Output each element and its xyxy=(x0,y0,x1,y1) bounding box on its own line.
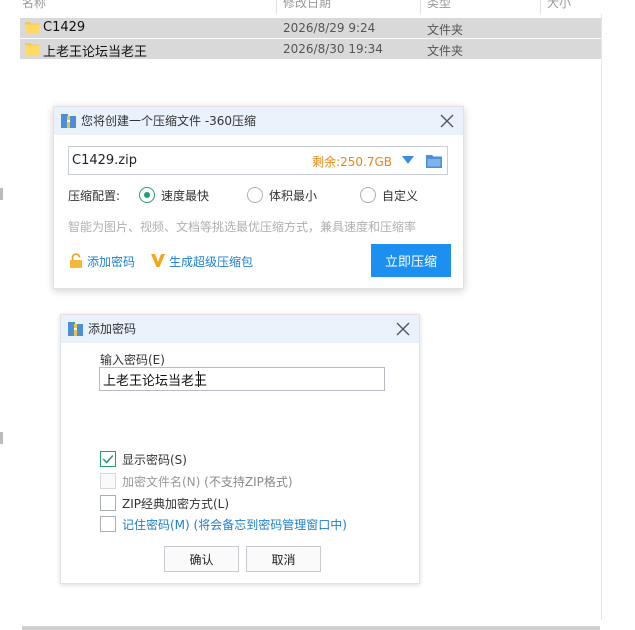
radio-button[interactable] xyxy=(139,187,155,203)
cancel-button[interactable]: 取消 xyxy=(246,546,321,572)
file-row[interactable]: C1429 2026/8/29 9:24 文件夹 xyxy=(20,18,601,38)
remaining-space: 剩余:250.7GB xyxy=(312,155,392,169)
radio-button[interactable] xyxy=(247,187,263,203)
checkbox-box[interactable] xyxy=(100,516,116,532)
lock-icon xyxy=(70,253,82,268)
file-type: 文件夹 xyxy=(427,44,464,58)
remember-password-note: (将会备忘到密码管理窗口中) xyxy=(193,518,347,532)
folder-icon xyxy=(25,43,39,55)
archive-path-field[interactable]: C1429.zip 剩余:250.7GB xyxy=(68,146,448,175)
column-header-size[interactable]: 大小 xyxy=(547,0,571,11)
ok-button[interactable]: 确认 xyxy=(164,546,239,572)
encrypt-filenames-label: 加密文件名(N) xyxy=(122,475,201,489)
compress-now-button[interactable]: 立即压缩 xyxy=(371,244,451,277)
file-date: 2026/8/30 19:34 xyxy=(283,42,383,56)
checkmark-icon xyxy=(102,454,114,464)
add-password-label[interactable]: 添加密码 xyxy=(87,253,135,270)
compress-hint: 智能为图片、视频、文档等挑选最优压缩方式，兼具速度和压缩率 xyxy=(68,220,417,234)
compress-config-label: 压缩配置: xyxy=(68,189,121,203)
radio-button[interactable] xyxy=(360,187,376,203)
close-icon[interactable] xyxy=(393,319,413,339)
compress-dialog-titlebar[interactable]: 您将创建一个压缩文件 -360压缩 xyxy=(54,107,463,135)
file-name: 上老王论坛当老王 xyxy=(43,45,148,60)
left-edge-mark xyxy=(0,188,3,200)
column-headers: 名称 修改日期 类型 大小 xyxy=(0,0,635,14)
radio-label: 体积最小 xyxy=(269,189,318,203)
zip-classic-label: ZIP经典加密方式(L) xyxy=(122,497,230,511)
column-header-type[interactable]: 类型 xyxy=(427,0,451,11)
archive-icon xyxy=(61,114,76,128)
chevron-down-icon[interactable] xyxy=(402,156,414,165)
password-dialog-title: 添加密码 xyxy=(88,322,137,336)
encrypt-filenames-note: (不支持ZIP格式) xyxy=(204,475,293,489)
encrypt-filenames-text: 加密文件名(N) (不支持ZIP格式) xyxy=(122,473,293,490)
checkbox-box xyxy=(100,473,116,489)
v-badge-icon xyxy=(151,254,165,267)
archive-icon xyxy=(68,322,83,336)
vertical-divider xyxy=(601,14,602,620)
password-input[interactable] xyxy=(99,367,385,391)
folder-open-icon[interactable] xyxy=(426,154,442,168)
radio-label: 速度最快 xyxy=(161,189,210,203)
password-dialog-titlebar[interactable]: 添加密码 xyxy=(61,315,419,343)
compress-dialog-title: 您将创建一个压缩文件 -360压缩 xyxy=(81,114,257,128)
checkbox-box[interactable] xyxy=(100,451,116,467)
remember-password-label[interactable]: 记住密码(M) xyxy=(122,518,190,532)
file-date: 2026/8/29 9:24 xyxy=(283,21,376,35)
file-row[interactable]: 上老王论坛当老王 2026/8/30 19:34 文件夹 xyxy=(20,39,601,60)
archive-filename[interactable]: C1429.zip xyxy=(72,153,137,168)
password-dialog: 添加密码 输入密码(E) 显示密码(S) 加密文件名(N) (不支持ZIP格式)… xyxy=(60,314,420,584)
left-edge-mark xyxy=(0,432,3,444)
column-divider[interactable] xyxy=(276,0,277,14)
text-caret xyxy=(198,371,199,387)
close-icon[interactable] xyxy=(437,111,457,131)
folder-icon xyxy=(25,22,39,34)
column-header-name[interactable]: 名称 xyxy=(22,0,46,11)
column-header-date[interactable]: 修改日期 xyxy=(283,0,331,11)
super-package-label[interactable]: 生成超级压缩包 xyxy=(169,253,253,270)
show-password-label: 显示密码(S) xyxy=(122,453,187,467)
file-name: C1429 xyxy=(43,20,86,35)
password-input-label: 输入密码(E) xyxy=(100,353,165,367)
column-divider[interactable] xyxy=(420,0,421,14)
remember-password-text: 记住密码(M) (将会备忘到密码管理窗口中) xyxy=(122,516,347,533)
horizontal-scrollbar[interactable] xyxy=(22,626,600,630)
file-type: 文件夹 xyxy=(427,23,464,37)
radio-label: 自定义 xyxy=(382,189,419,203)
checkbox-box[interactable] xyxy=(100,495,116,511)
compress-dialog: 您将创建一个压缩文件 -360压缩 C1429.zip 剩余:250.7GB 压… xyxy=(53,106,464,289)
column-divider[interactable] xyxy=(540,0,541,14)
